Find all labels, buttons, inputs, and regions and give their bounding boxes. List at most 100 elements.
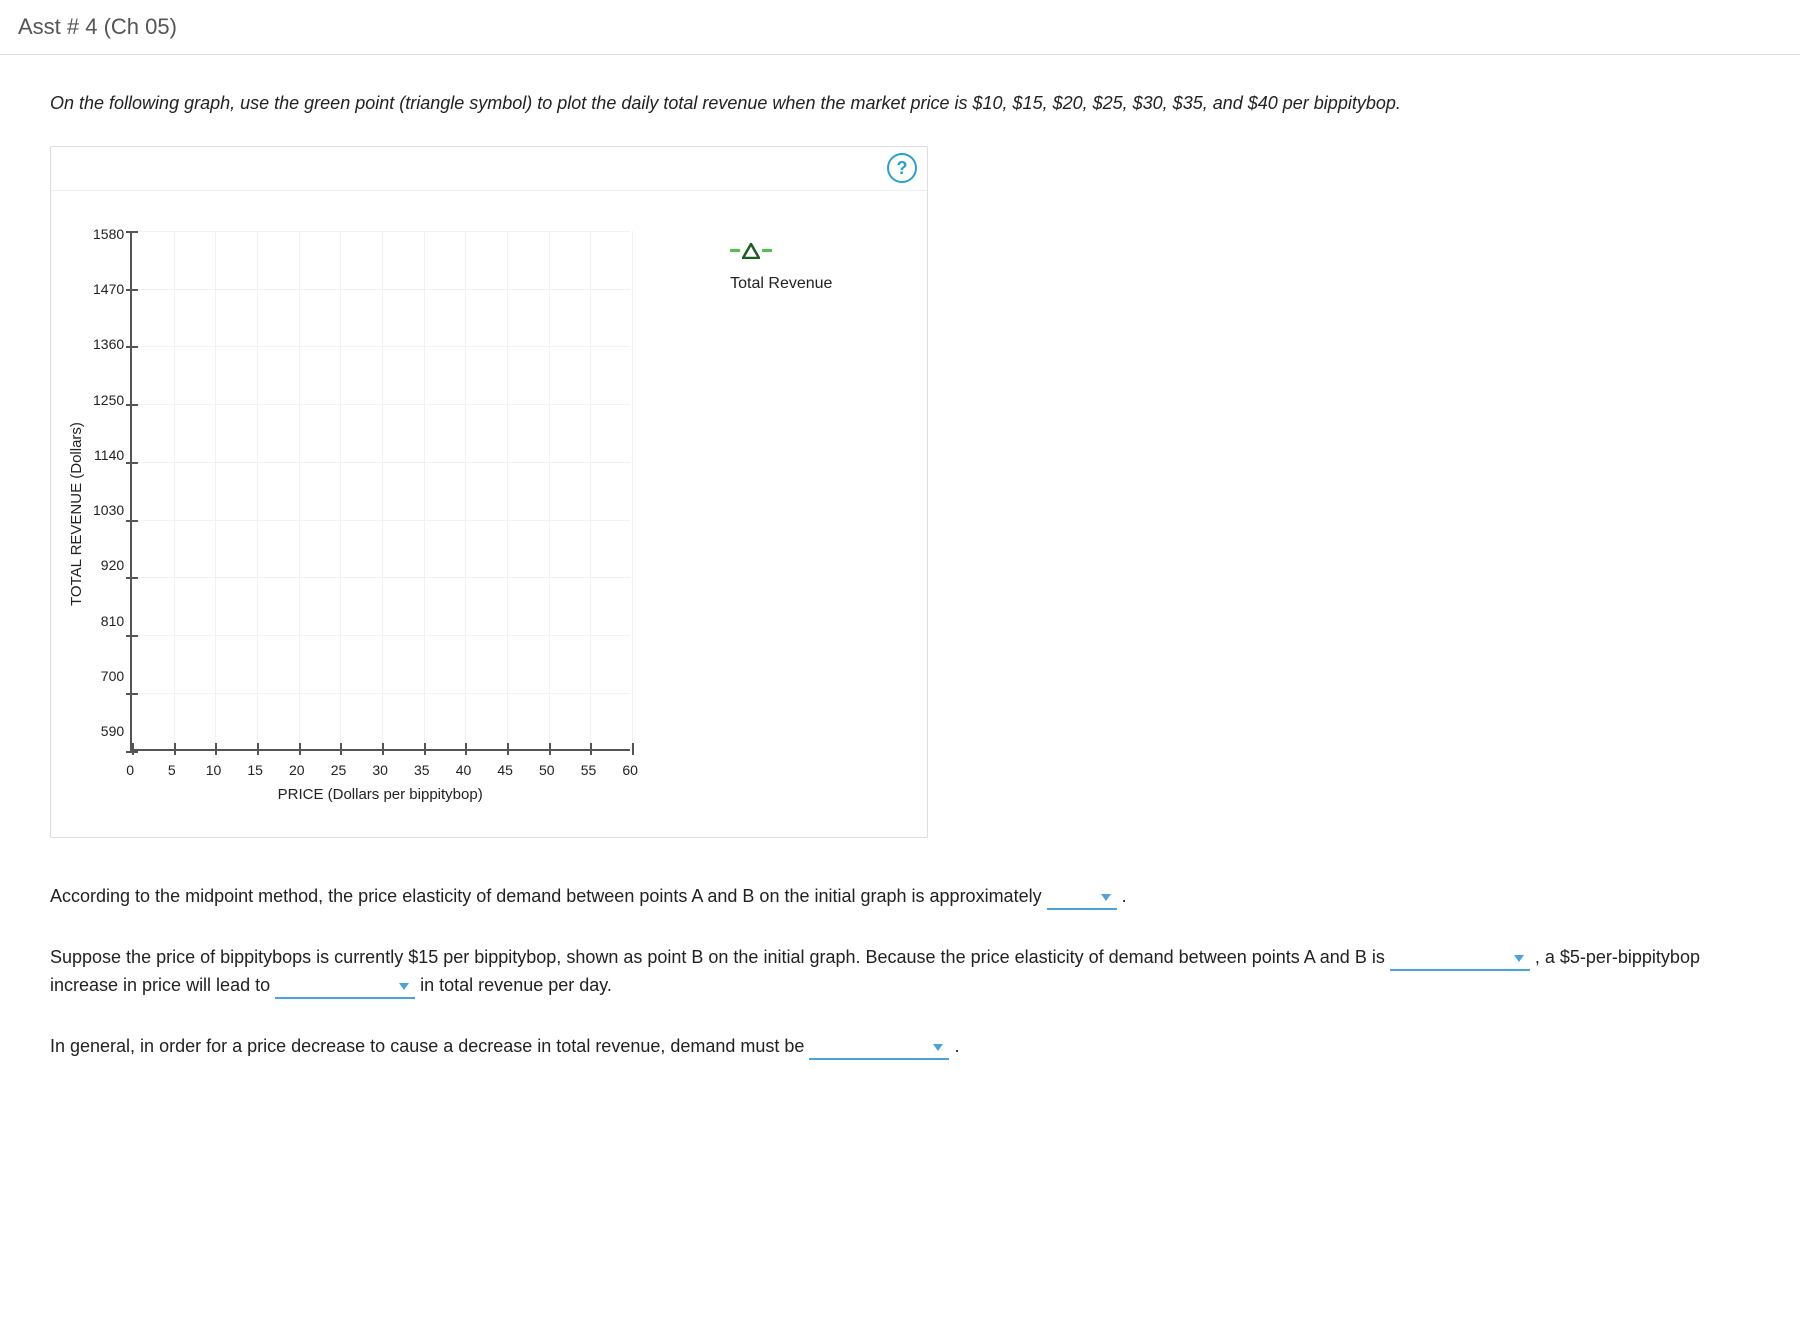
gridline-horizontal [132,520,630,521]
gridline-vertical [632,231,633,749]
x-tick-mark [590,743,592,755]
y-tick-label: 1360 [93,333,124,355]
triangle-icon [742,243,760,259]
graph-toolbar: ? [51,147,927,191]
green-dash-icon [730,249,740,252]
y-axis-label: TOTAL REVENUE (Dollars) [61,221,93,807]
green-dash-icon [762,249,772,252]
x-tick-mark [132,743,134,755]
y-tick-mark [126,346,138,348]
chevron-down-icon [397,981,411,991]
q2-dropdown-b[interactable] [275,977,415,999]
y-tick-label: 590 [93,720,124,742]
y-axis-ticks: 158014701360125011401030920810700590 [93,223,130,743]
graph-body: TOTAL REVENUE (Dollars) 1580147013601250… [51,191,927,837]
gridline-vertical [424,231,425,749]
x-tick-mark [465,743,467,755]
y-tick-label: 1470 [93,278,124,300]
y-tick-mark [126,751,138,753]
y-tick-label: 1250 [93,389,124,411]
gridline-horizontal [132,693,630,694]
x-tick-label: 60 [622,759,638,781]
help-button[interactable]: ? [887,153,917,183]
q2-dropdown-a[interactable] [1390,949,1530,971]
x-tick-label: 45 [497,759,513,781]
x-tick-mark [549,743,551,755]
x-tick-label: 50 [539,759,555,781]
graph-card: ? TOTAL REVENUE (Dollars) 15801470136012… [50,146,928,838]
y-tick-mark [126,577,138,579]
x-tick-label: 5 [168,759,176,781]
help-icon: ? [897,154,908,183]
legend-label: Total Revenue [730,271,832,297]
q3-text-pre: In general, in order for a price decreas… [50,1036,804,1056]
x-tick-label: 10 [206,759,222,781]
y-tick-label: 700 [93,665,124,687]
chevron-down-icon [931,1042,945,1052]
gridline-vertical [174,231,175,749]
legend: Total Revenue [630,221,832,807]
y-tick-mark [126,635,138,637]
gridline-vertical [465,231,466,749]
x-tick-label: 30 [372,759,388,781]
gridline-vertical [590,231,591,749]
x-tick-mark [215,743,217,755]
x-tick-mark [299,743,301,755]
gridline-horizontal [132,346,630,347]
y-tick-label: 1030 [93,499,124,521]
question-2: Suppose the price of bippitybops is curr… [50,943,1750,1001]
legend-symbol [730,243,772,259]
gridline-horizontal [132,462,630,463]
q1-text-post: . [1122,886,1127,906]
q1-dropdown[interactable] [1047,888,1117,910]
gridline-horizontal [132,231,630,232]
gridline-vertical [549,231,550,749]
chevron-down-icon [1099,892,1113,902]
gridline-vertical [299,231,300,749]
x-tick-label: 15 [247,759,263,781]
y-tick-label: 810 [93,610,124,632]
y-tick-label: 920 [93,554,124,576]
x-tick-mark [507,743,509,755]
gridline-horizontal [132,404,630,405]
chart-zone: TOTAL REVENUE (Dollars) 1580147013601250… [61,221,630,807]
y-tick-mark [126,462,138,464]
x-tick-mark [257,743,259,755]
y-tick-mark [126,404,138,406]
x-axis-label: PRICE (Dollars per bippitybop) [130,783,630,807]
gridline-horizontal [132,289,630,290]
page-header: Asst # 4 (Ch 05) [0,0,1800,55]
y-tick-mark [126,520,138,522]
plot-wrap: 051015202530354045505560 PRICE (Dollars … [130,221,630,807]
q3-text-post: . [954,1036,959,1056]
x-tick-label: 0 [126,759,134,781]
q3-dropdown[interactable] [809,1038,949,1060]
plot-area[interactable] [130,231,630,751]
x-tick-label: 20 [289,759,305,781]
gridline-vertical [382,231,383,749]
gridline-vertical [215,231,216,749]
x-axis-ticks: 051015202530354045505560 [130,759,630,777]
q1-text-pre: According to the midpoint method, the pr… [50,886,1042,906]
y-tick-mark [126,693,138,695]
q2-text-pre: Suppose the price of bippitybops is curr… [50,947,1385,967]
gridline-vertical [257,231,258,749]
question-3: In general, in order for a price decreas… [50,1032,1750,1061]
page-title: Asst # 4 (Ch 05) [18,14,177,39]
x-tick-mark [174,743,176,755]
q2-text-post: in total revenue per day. [420,975,612,995]
gridline-horizontal [132,635,630,636]
x-tick-mark [382,743,384,755]
y-tick-label: 1140 [93,444,124,466]
x-tick-mark [632,743,634,755]
x-tick-mark [424,743,426,755]
legend-item-total-revenue[interactable] [730,243,832,259]
y-tick-mark [126,231,138,233]
gridline-vertical [507,231,508,749]
gridline-horizontal [132,577,630,578]
question-1: According to the midpoint method, the pr… [50,882,1750,911]
x-tick-label: 35 [414,759,430,781]
x-tick-label: 55 [581,759,597,781]
chevron-down-icon [1512,953,1526,963]
x-tick-mark [340,743,342,755]
